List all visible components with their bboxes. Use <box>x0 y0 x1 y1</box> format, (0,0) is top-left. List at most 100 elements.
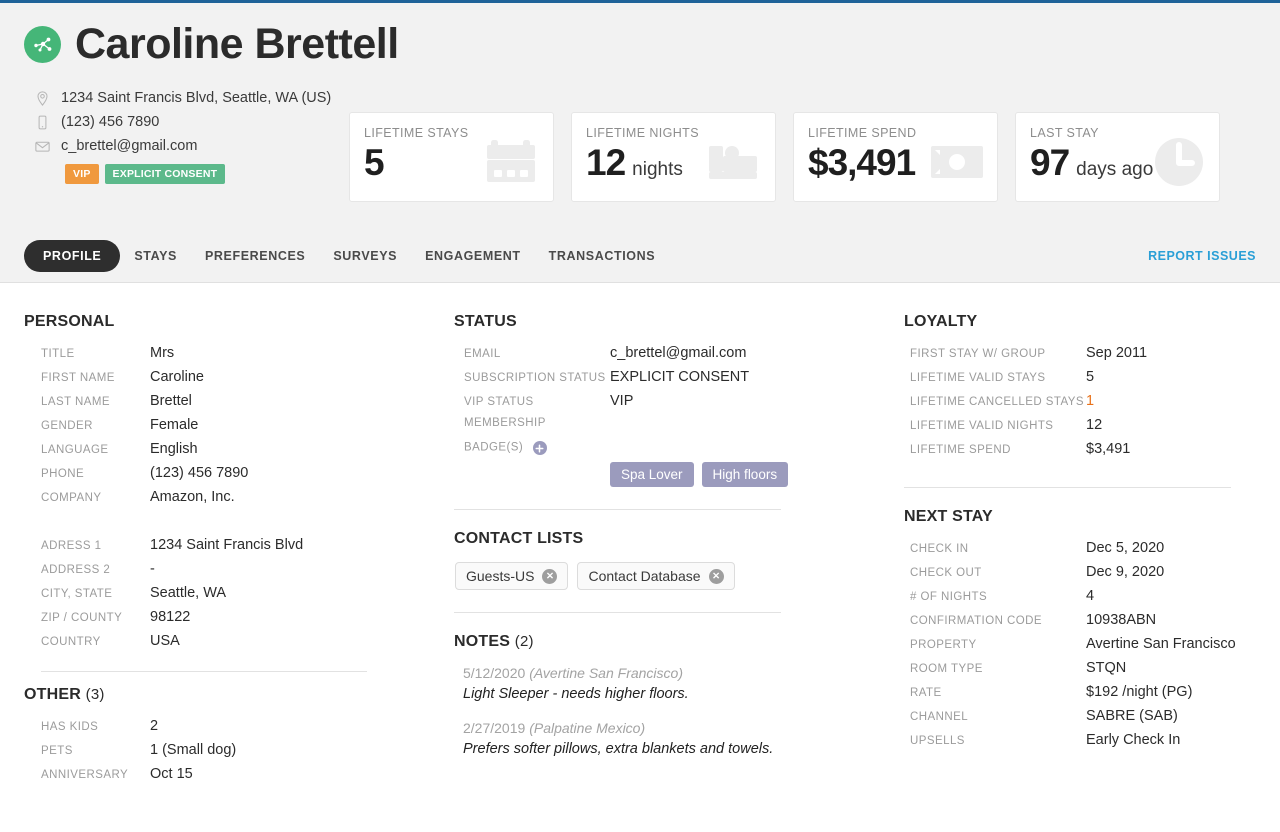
badge-chip[interactable]: Spa Lover <box>610 462 694 487</box>
plus-circle-icon[interactable] <box>532 441 547 455</box>
note-property: (Palpatine Mexico) <box>529 720 646 736</box>
field-value: - <box>150 561 155 577</box>
badge-chip[interactable]: High floors <box>701 462 789 487</box>
network-nodes-icon <box>24 26 61 63</box>
section-divider <box>41 671 367 672</box>
contact-list-chip-group: Guests-US ✕ Contact Database ✕ <box>454 562 904 590</box>
note-date: 2/27/2019 <box>463 720 526 736</box>
field-label: PETS <box>41 745 73 757</box>
field-label: FIRST STAY W/ GROUP <box>910 348 1046 360</box>
field-label: ADDRESS 2 <box>41 564 111 576</box>
field-value: 12 <box>1086 417 1103 433</box>
field-lifetime-spend: LIFETIME SPEND $3,491 <box>904 441 1254 465</box>
field-title: TITLE Mrs <box>24 345 454 369</box>
field-value: Sep 2011 <box>1086 345 1148 361</box>
field-number-of-nights: # OF NIGHTS 4 <box>904 588 1254 612</box>
stat-value: 5 <box>364 142 385 183</box>
field-label: COUNTRY <box>41 636 101 648</box>
field-address-1: ADRESS 1 1234 Saint Francis Blvd <box>24 537 454 561</box>
field-label: CHECK IN <box>910 543 969 555</box>
field-label: HAS KIDS <box>41 721 99 733</box>
field-city-state: CITY, STATE Seattle, WA <box>24 585 454 609</box>
note-item: 2/27/2019 (Palpatine Mexico) Prefers sof… <box>454 720 904 757</box>
field-value: Amazon, Inc. <box>150 489 235 505</box>
note-property: (Avertine San Francisco) <box>529 665 683 681</box>
tab-bar: PROFILE STAYS PREFERENCES SURVEYS ENGAGE… <box>24 240 1256 272</box>
field-value: 1 (Small dog) <box>150 742 237 758</box>
profile-header: Caroline Brettell 1234 Saint Francis Blv… <box>0 3 1280 283</box>
remove-icon[interactable]: ✕ <box>708 568 724 584</box>
tab-transactions[interactable]: TRANSACTIONS <box>535 240 670 272</box>
field-value: Oct 15 <box>150 766 193 782</box>
note-meta: 2/27/2019 (Palpatine Mexico) <box>463 720 904 736</box>
field-value: $3,491 <box>1086 441 1131 457</box>
field-label: COMPANY <box>41 492 102 504</box>
field-channel: CHANNEL SABRE (SAB) <box>904 708 1254 732</box>
field-label: BADGE(S) <box>464 441 610 455</box>
field-label: LIFETIME VALID NIGHTS <box>910 420 1054 432</box>
field-upsells: UPSELLS Early Check In <box>904 732 1254 756</box>
email-text: c_brettel@gmail.com <box>61 138 198 154</box>
stat-card-lifetime-nights: LIFETIME NIGHTS 12 nights <box>571 112 776 202</box>
remove-icon[interactable]: ✕ <box>542 568 558 584</box>
status-badge-consent: EXPLICIT CONSENT <box>104 164 226 184</box>
field-value: 5 <box>1086 369 1095 385</box>
tab-stays[interactable]: STAYS <box>120 240 191 272</box>
field-lifetime-cancelled-stays: LIFETIME CANCELLED STAYS 1 <box>904 393 1254 417</box>
stat-label: LIFETIME NIGHTS <box>586 126 699 140</box>
contact-list-chip-label: Guests-US <box>466 568 535 584</box>
field-membership: MEMBERSHIP <box>454 417 904 441</box>
tab-preferences[interactable]: PREFERENCES <box>191 240 319 272</box>
field-address-2: ADDRESS 2 - <box>24 561 454 585</box>
section-heading-notes: NOTES (2) <box>454 633 904 651</box>
note-text: Light Sleeper - needs higher floors. <box>463 686 689 702</box>
field-label: ZIP / COUNTY <box>41 612 123 624</box>
field-pets: PETS 1 (Small dog) <box>24 742 454 766</box>
stat-label: LAST STAY <box>1030 126 1099 140</box>
contact-list-chip[interactable]: Guests-US ✕ <box>455 562 569 590</box>
field-label: LAST NAME <box>41 396 111 408</box>
tab-engagement[interactable]: ENGAGEMENT <box>411 240 535 272</box>
field-label: CITY, STATE <box>41 588 113 600</box>
field-phone: PHONE (123) 456 7890 <box>24 465 454 489</box>
field-first-stay-with-group: FIRST STAY W/ GROUP Sep 2011 <box>904 345 1254 369</box>
stat-value: 12 <box>586 142 626 183</box>
loyalty-column: LOYALTY FIRST STAY W/ GROUP Sep 2011 LIF… <box>904 313 1254 790</box>
tab-surveys[interactable]: SURVEYS <box>319 240 411 272</box>
other-count: (3) <box>85 686 105 703</box>
field-value: c_brettel@gmail.com <box>610 345 747 361</box>
field-label: UPSELLS <box>910 735 965 747</box>
section-divider <box>454 509 781 510</box>
field-lifetime-valid-stays: LIFETIME VALID STAYS 5 <box>904 369 1254 393</box>
field-label: LIFETIME CANCELLED STAYS <box>910 396 1084 408</box>
field-anniversary: ANNIVERSARY Oct 15 <box>24 766 454 790</box>
contact-list-chip[interactable]: Contact Database ✕ <box>577 562 735 590</box>
notes-count: (2) <box>514 633 534 650</box>
title-row: Caroline Brettell <box>24 3 1256 66</box>
note-text: Prefers softer pillows, extra blankets a… <box>463 741 774 757</box>
profile-body: PERSONAL TITLE Mrs FIRST NAME Caroline L… <box>0 283 1280 790</box>
field-value: 1234 Saint Francis Blvd <box>150 537 304 553</box>
field-value: Brettel <box>150 393 192 409</box>
field-property: PROPERTY Avertine San Francisco <box>904 636 1254 660</box>
field-value: Caroline <box>150 369 204 385</box>
section-heading-next-stay: NEXT STAY <box>904 508 993 525</box>
field-gender: GENDER Female <box>24 417 454 441</box>
note-item: 5/12/2020 (Avertine San Francisco) Light… <box>454 665 904 702</box>
field-label: RATE <box>910 687 942 699</box>
section-heading-personal: PERSONAL <box>24 313 115 330</box>
field-lifetime-valid-nights: LIFETIME VALID NIGHTS 12 <box>904 417 1254 441</box>
location-pin-icon <box>37 90 48 106</box>
other-heading-text: OTHER <box>24 686 81 703</box>
report-issues-link[interactable]: REPORT ISSUES <box>1148 249 1256 263</box>
field-label: SUBSCRIPTION STATUS <box>464 372 606 384</box>
field-label: VIP STATUS <box>464 396 534 408</box>
status-column: STATUS EMAIL c_brettel@gmail.com SUBSCRI… <box>454 313 904 790</box>
field-label: # OF NIGHTS <box>910 591 988 603</box>
field-value: Female <box>150 417 199 433</box>
contact-list-chip-label: Contact Database <box>588 568 701 584</box>
field-label: LIFETIME VALID STAYS <box>910 372 1046 384</box>
tab-profile[interactable]: PROFILE <box>24 240 121 272</box>
field-value: Dec 9, 2020 <box>1086 564 1165 580</box>
